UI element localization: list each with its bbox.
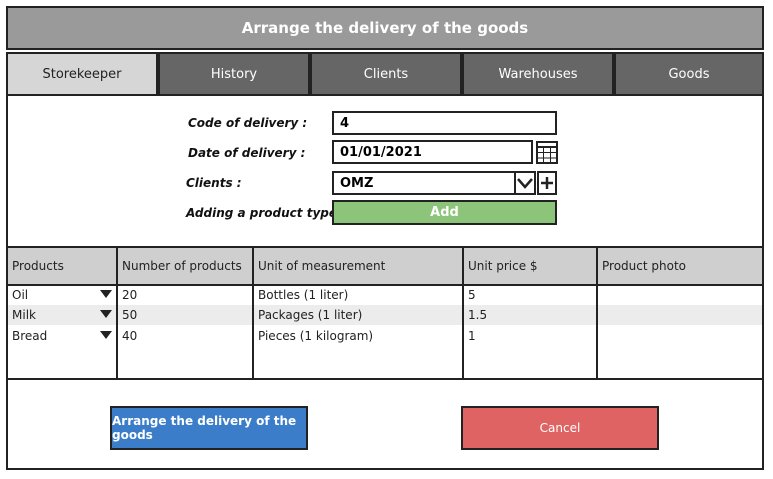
table-row[interactable]: Oil 20 Bottles (1 liter) 5 (8, 285, 762, 305)
clients-select[interactable]: OMZ (332, 171, 536, 195)
add-product-type-button[interactable]: Add (332, 200, 557, 225)
calendar-icon[interactable] (536, 140, 558, 164)
column-divider (252, 248, 254, 378)
code-of-delivery-label: Code of delivery : (188, 116, 308, 130)
table-row[interactable]: Milk 50 Packages (1 liter) 1.5 (8, 305, 762, 325)
tab-warehouses[interactable]: Warehouses (462, 52, 614, 96)
cell-unit: Pieces (1 kilogram) (258, 329, 374, 343)
cell-product: Milk (12, 308, 36, 322)
column-divider (462, 248, 464, 378)
tab-storekeeper[interactable]: Storekeeper (6, 52, 158, 96)
title-bar: Arrange the delivery of the goods (6, 6, 764, 50)
cancel-button[interactable]: Cancel (461, 406, 659, 450)
cell-product: Oil (12, 288, 29, 302)
adding-product-type-label: Adding a product type : (186, 206, 346, 220)
column-divider (116, 248, 118, 378)
tab-bar: Storekeeper History Clients Warehouses G… (6, 52, 764, 96)
table-row[interactable]: Bread 40 Pieces (1 kilogram) 1 (8, 326, 762, 346)
header-unit-price: Unit price $ (468, 259, 538, 273)
plus-icon[interactable] (537, 171, 557, 195)
date-of-delivery-label: Date of delivery : (188, 146, 306, 160)
cell-product: Bread (12, 329, 48, 343)
dropdown-arrow-icon[interactable] (100, 310, 112, 318)
products-table: Products Number of products Unit of meas… (6, 246, 764, 380)
cell-price: 5 (468, 288, 476, 302)
tab-goods[interactable]: Goods (614, 52, 764, 96)
arrange-delivery-button[interactable]: Arrange the delivery of the goods (110, 406, 308, 450)
cell-number: 40 (122, 329, 138, 343)
header-products: Products (12, 259, 64, 273)
column-divider (596, 248, 598, 378)
table-header: Products Number of products Unit of meas… (8, 248, 762, 286)
cell-price: 1 (468, 329, 476, 343)
cell-unit: Packages (1 liter) (258, 308, 363, 322)
clients-label: Clients : (186, 176, 242, 190)
cell-unit: Bottles (1 liter) (258, 288, 349, 302)
header-unit-of-measurement: Unit of measurement (258, 259, 386, 273)
header-number-of-products: Number of products (122, 259, 242, 273)
dropdown-arrow-icon[interactable] (100, 331, 112, 339)
cell-number: 20 (122, 288, 138, 302)
chevron-down-icon[interactable] (514, 171, 536, 195)
tab-history[interactable]: History (158, 52, 310, 96)
window-title: Arrange the delivery of the goods (241, 19, 529, 37)
cell-price: 1.5 (468, 308, 488, 322)
tab-clients[interactable]: Clients (310, 52, 462, 96)
dropdown-arrow-icon[interactable] (100, 290, 112, 298)
header-product-photo: Product photo (602, 259, 686, 273)
code-of-delivery-field[interactable]: 4 (332, 111, 557, 135)
cell-number: 50 (122, 308, 138, 322)
date-of-delivery-field[interactable]: 01/01/2021 (332, 140, 533, 164)
